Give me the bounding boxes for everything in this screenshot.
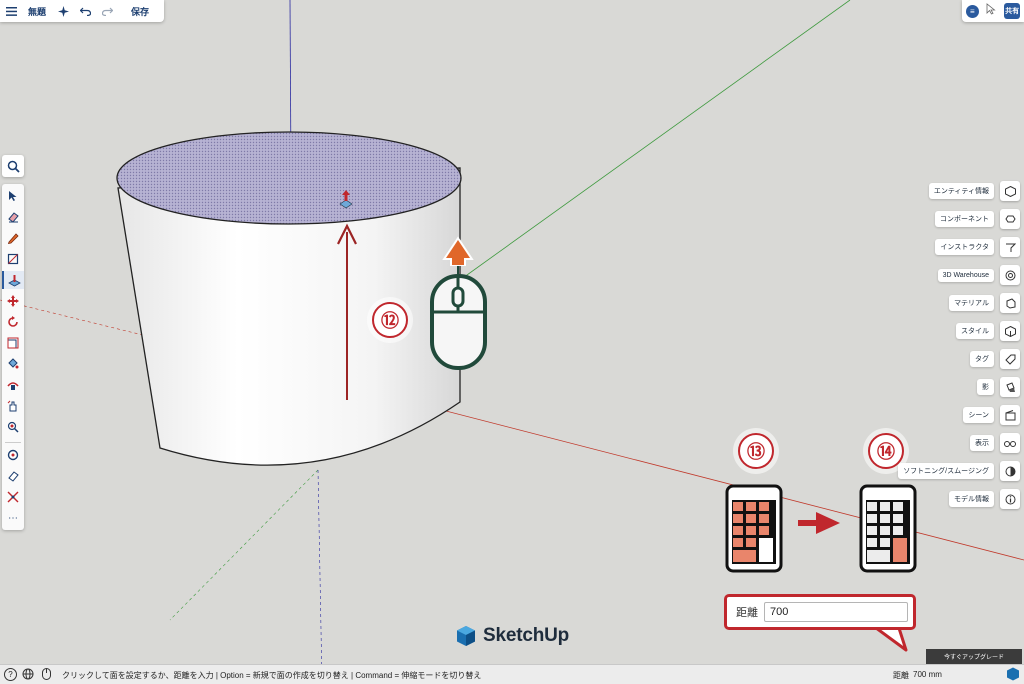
search-icon[interactable] bbox=[4, 157, 22, 175]
measurements-callout: 距離 700 bbox=[724, 594, 916, 630]
step-12-badge: ⑫ bbox=[372, 302, 408, 338]
model-viewport[interactable] bbox=[0, 0, 1024, 683]
search-tool-box bbox=[2, 155, 24, 177]
sketchup-logo-icon bbox=[457, 626, 475, 646]
panel-label: 3D Warehouse bbox=[937, 268, 994, 282]
status-bar: ? クリックして面を設定するか、距離を入力 | Option = 新規で面の作成… bbox=[0, 664, 1024, 684]
share-button[interactable]: 共有 bbox=[1004, 3, 1021, 19]
panel-label: タグ bbox=[970, 351, 994, 367]
panel-styles[interactable]: スタイル bbox=[956, 320, 1020, 342]
status-measure-label: 距離 bbox=[893, 671, 909, 680]
undo-icon[interactable] bbox=[74, 0, 96, 22]
select-icon[interactable] bbox=[4, 187, 22, 205]
material-icon[interactable] bbox=[1000, 293, 1020, 313]
green-axis-dashed bbox=[169, 469, 319, 621]
axes-icon[interactable] bbox=[4, 488, 22, 506]
eraser-alt-icon[interactable] bbox=[4, 467, 22, 485]
panel-label: マテリアル bbox=[949, 295, 994, 311]
tape-measure-icon[interactable] bbox=[4, 446, 22, 464]
rotate-icon[interactable] bbox=[4, 313, 22, 331]
panel-label: 表示 bbox=[970, 435, 994, 451]
push-pull-icon[interactable] bbox=[2, 271, 24, 289]
component-icon[interactable] bbox=[1000, 209, 1020, 229]
panel-label: シーン bbox=[963, 407, 994, 423]
sketchup-logo: SketchUp bbox=[455, 625, 569, 647]
top-right-bar: ≡ 共有 bbox=[962, 0, 1024, 22]
help-icon[interactable]: ? bbox=[4, 668, 17, 681]
panel-scenes[interactable]: シーン bbox=[963, 404, 1020, 426]
measurements-input[interactable]: 700 bbox=[764, 602, 908, 622]
shadow-icon[interactable] bbox=[1000, 377, 1020, 397]
save-button[interactable]: 保存 bbox=[118, 0, 162, 22]
instructor-icon[interactable] bbox=[1000, 237, 1020, 257]
panel-model-info[interactable]: モデル情報 bbox=[949, 488, 1020, 510]
globe-icon[interactable] bbox=[22, 668, 34, 682]
panel-label: コンポーネント bbox=[935, 211, 994, 227]
measurements-label: 距離 bbox=[736, 607, 758, 619]
blue-axis-dashed bbox=[317, 469, 323, 683]
layers-icon[interactable]: ≡ bbox=[965, 4, 979, 18]
info-icon[interactable] bbox=[1000, 489, 1020, 509]
panel-label: 影 bbox=[977, 379, 994, 395]
cylinder-top-face[interactable] bbox=[116, 131, 462, 225]
keypad-before-icon bbox=[725, 484, 783, 573]
soften-icon[interactable] bbox=[1000, 461, 1020, 481]
more-icon[interactable]: ⋯ bbox=[4, 509, 22, 527]
rectangle-icon[interactable] bbox=[4, 250, 22, 268]
scale-icon[interactable] bbox=[4, 334, 22, 352]
scene-icon[interactable] bbox=[1000, 405, 1020, 425]
move-icon[interactable] bbox=[4, 292, 22, 310]
eraser-icon[interactable] bbox=[4, 208, 22, 226]
transition-arrow bbox=[798, 512, 840, 534]
warehouse-icon[interactable] bbox=[1000, 265, 1020, 285]
document-title[interactable]: 無題 bbox=[22, 0, 52, 22]
zoom-icon[interactable] bbox=[4, 418, 22, 436]
panel-label: エンティティ情報 bbox=[928, 183, 994, 199]
mouse-icon bbox=[42, 668, 51, 682]
panel-entity-info[interactable]: エンティティ情報 bbox=[928, 180, 1020, 202]
sketchup-logo-text: SketchUp bbox=[483, 625, 570, 646]
panel-tags[interactable]: タグ bbox=[970, 348, 1020, 370]
left-toolbar: ⋯ bbox=[2, 184, 24, 530]
panel-instructor[interactable]: インストラクタ bbox=[935, 236, 1020, 258]
cursor-icon bbox=[986, 2, 997, 20]
style-icon[interactable] bbox=[1000, 321, 1020, 341]
display-icon[interactable] bbox=[1000, 433, 1020, 453]
panel-components[interactable]: コンポーネント bbox=[935, 208, 1020, 230]
pencil-icon[interactable] bbox=[4, 229, 22, 247]
tag-icon[interactable] bbox=[1000, 349, 1020, 369]
step-13-badge: ⑬ bbox=[738, 433, 774, 469]
panel-label: インストラクタ bbox=[935, 239, 994, 255]
toolbar-divider bbox=[5, 442, 21, 443]
sparkle-icon[interactable] bbox=[52, 0, 74, 22]
follow-me-icon[interactable] bbox=[4, 376, 22, 394]
orbit-hand-icon[interactable] bbox=[4, 397, 22, 415]
panel-shadows[interactable]: 影 bbox=[977, 376, 1020, 398]
panel-materials[interactable]: マテリアル bbox=[949, 292, 1020, 314]
status-measure-value[interactable]: 700 mm bbox=[913, 670, 942, 679]
panel-label: モデル情報 bbox=[949, 491, 994, 507]
panel-3d-warehouse[interactable]: 3D Warehouse bbox=[937, 264, 1020, 286]
header-bar: 無題 保存 bbox=[0, 0, 164, 22]
hamburger-icon[interactable] bbox=[0, 0, 22, 22]
green-axis bbox=[459, 0, 851, 281]
sketchup-status-icon bbox=[1006, 667, 1020, 683]
panel-label: ソフトニング/スムージング bbox=[898, 463, 994, 479]
upgrade-button[interactable]: 今すぐアップグレード bbox=[926, 649, 1022, 664]
panel-label: スタイル bbox=[956, 323, 994, 339]
entity-icon[interactable] bbox=[1000, 181, 1020, 201]
paint-bucket-icon[interactable] bbox=[4, 355, 22, 373]
panel-soften[interactable]: ソフトニング/スムージング bbox=[898, 460, 1020, 482]
status-message: クリックして面を設定するか、距離を入力 | Option = 新規で面の作成を切… bbox=[62, 671, 482, 680]
panel-display[interactable]: 表示 bbox=[970, 432, 1020, 454]
redo-icon[interactable] bbox=[96, 0, 118, 22]
keypad-after-icon bbox=[859, 484, 917, 573]
